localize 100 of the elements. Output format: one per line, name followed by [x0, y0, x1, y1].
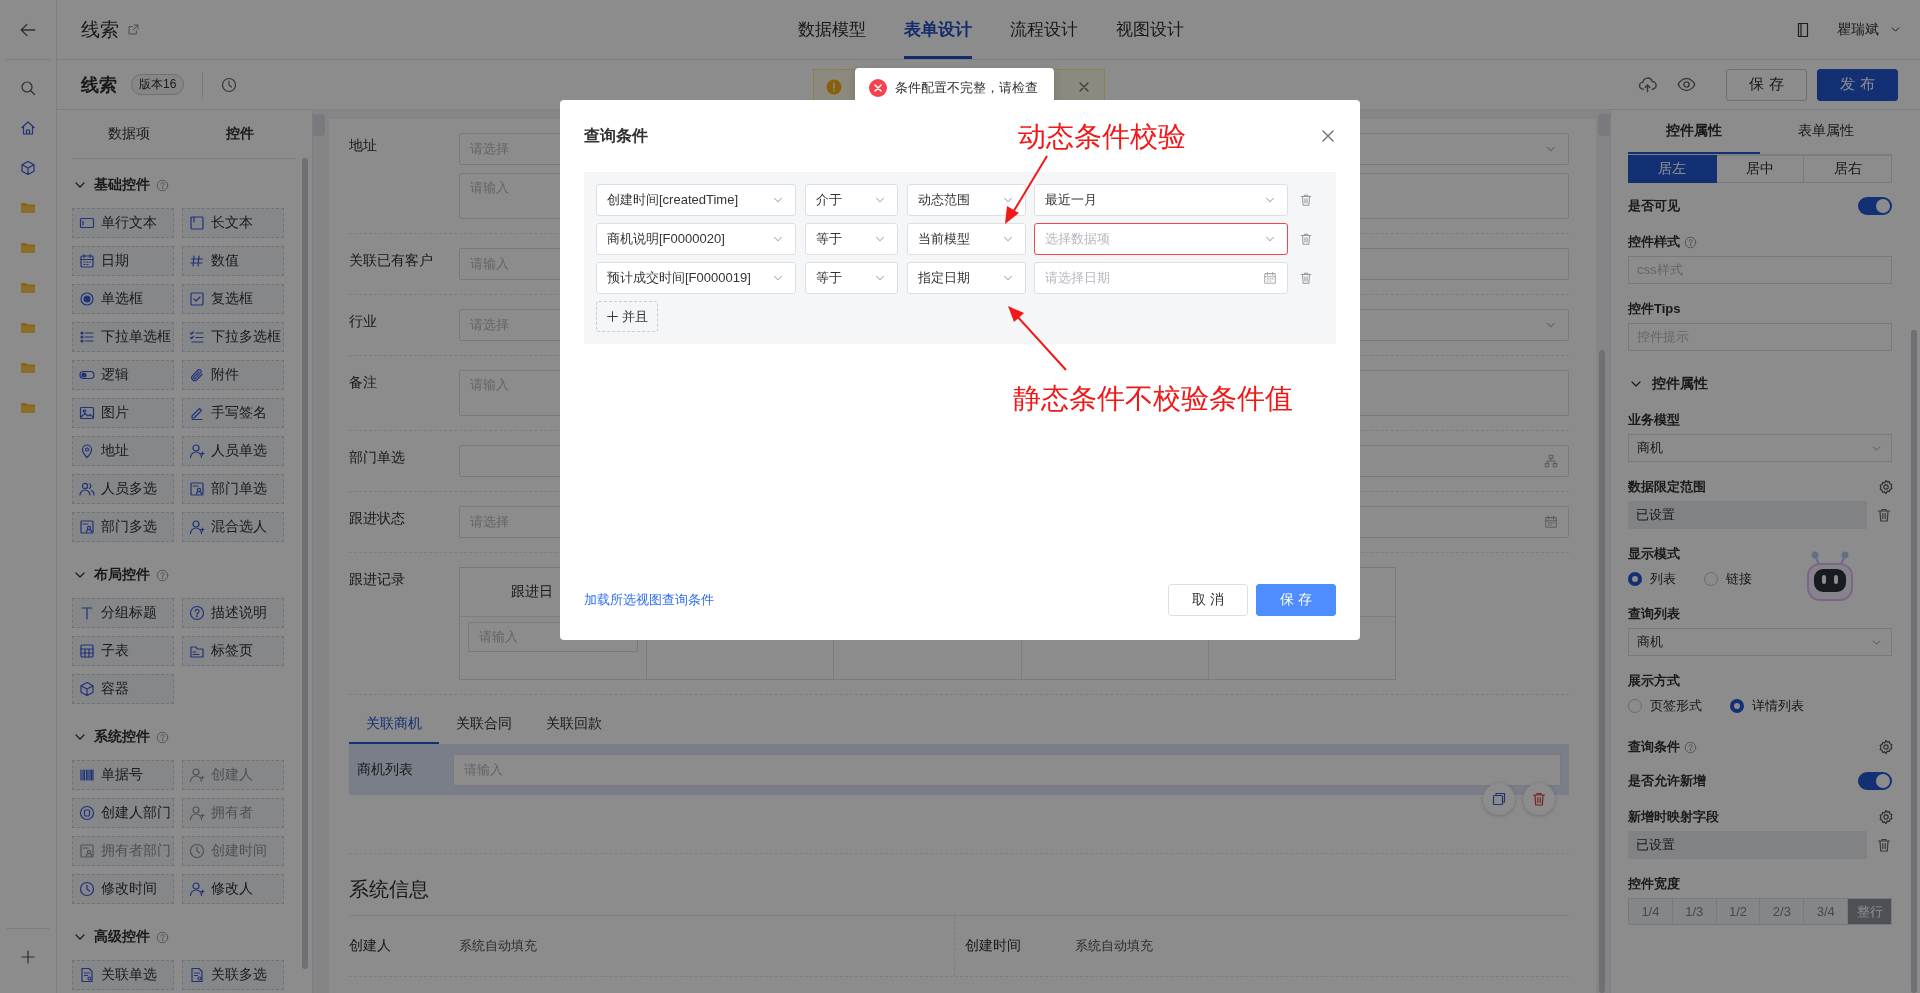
add-condition-button[interactable]: 并且 [596, 301, 658, 332]
palette-item[interactable]: 分组标题 [72, 598, 174, 628]
delete-icon[interactable] [1299, 232, 1313, 246]
nav-tab[interactable]: 流程设计 [1010, 0, 1078, 59]
tab[interactable]: 关联合同 [439, 707, 529, 744]
help-icon[interactable] [156, 568, 169, 582]
palette-item[interactable]: 部门多选 [72, 512, 174, 542]
radio-option[interactable]: 链接 [1704, 570, 1752, 588]
palette-item[interactable]: 人员单选 [182, 436, 284, 466]
palette-item[interactable]: 手写签名 [182, 398, 284, 428]
radio-option[interactable]: 列表 [1628, 570, 1676, 588]
close-icon[interactable] [1320, 128, 1336, 144]
select-field[interactable]: 介于 [805, 184, 898, 216]
cube-icon[interactable] [20, 160, 36, 176]
load-conditions-link[interactable]: 加载所选视图查询条件 [584, 591, 714, 609]
select-field[interactable]: 预计成交时间[F0000019] [596, 262, 796, 294]
publish-button[interactable]: 发 布 [1817, 68, 1898, 101]
select-field[interactable]: 等于 [805, 262, 898, 294]
select-field[interactable]: 商机 [1628, 434, 1892, 462]
palette-item[interactable]: 创建人部门 [72, 798, 174, 828]
palette-item[interactable]: 容器 [72, 674, 174, 704]
select-field[interactable]: 指定日期 [907, 262, 1026, 294]
palette-item[interactable]: 修改时间 [72, 874, 174, 904]
copy-button[interactable] [1483, 783, 1515, 815]
history-icon[interactable] [221, 76, 238, 93]
group-title[interactable]: 基础控件 [94, 176, 150, 194]
plus-icon[interactable] [20, 949, 36, 965]
palette-item[interactable]: 关联多选 [182, 960, 284, 990]
toggle-switch[interactable] [1858, 772, 1892, 790]
palette-item[interactable]: 附件 [182, 360, 284, 390]
align-option[interactable]: 居中 [1716, 155, 1805, 183]
home-icon[interactable] [20, 120, 36, 136]
select-field[interactable]: 商机说明[F0000020] [596, 223, 796, 255]
group-title[interactable]: 高级控件 [94, 928, 150, 946]
nav-tab[interactable]: 视图设计 [1116, 0, 1184, 59]
palette-item[interactable]: 逻辑 [72, 360, 174, 390]
robot-assistant-icon[interactable] [1806, 550, 1854, 602]
search-icon[interactable] [20, 80, 36, 96]
radio-button[interactable] [1628, 572, 1642, 586]
settings-icon[interactable] [1878, 479, 1894, 495]
help-icon[interactable] [156, 178, 169, 192]
delete-icon[interactable] [1876, 507, 1892, 523]
select-field[interactable]: 动态范围 [907, 184, 1026, 216]
palette-item[interactable]: 地址 [72, 436, 174, 466]
settings-icon[interactable] [1878, 809, 1894, 825]
scrollbar[interactable] [302, 158, 308, 969]
select-field[interactable]: 当前模型 [907, 223, 1026, 255]
tab[interactable]: 关联回款 [529, 707, 619, 744]
align-option[interactable]: 居左 [1628, 155, 1717, 183]
palette-item[interactable]: 子表 [72, 636, 174, 666]
palette-item[interactable]: 长文本 [182, 208, 284, 238]
external-link-icon[interactable] [127, 23, 140, 36]
align-option[interactable]: 居右 [1804, 155, 1892, 183]
radio-button[interactable] [1730, 699, 1744, 713]
palette-item[interactable]: 下拉单选框 [72, 322, 174, 352]
save-button[interactable]: 保 存 [1256, 584, 1336, 616]
settings-icon[interactable] [1878, 739, 1894, 755]
nav-tab[interactable]: 数据模型 [798, 0, 866, 59]
palette-item[interactable]: 日期 [72, 246, 174, 276]
toggle-switch[interactable] [1858, 197, 1892, 215]
palette-item[interactable]: 人员多选 [72, 474, 174, 504]
preview-eye-icon[interactable] [1677, 75, 1696, 94]
panel-tab[interactable]: 数据项 [73, 110, 185, 158]
palette-item[interactable]: 标签页 [182, 636, 284, 666]
help-icon[interactable] [156, 930, 169, 944]
section-title[interactable]: 控件属性 [1652, 375, 1708, 393]
select-field[interactable]: 等于 [805, 223, 898, 255]
palette-item[interactable]: 描述说明 [182, 598, 284, 628]
palette-item[interactable]: 单据号 [72, 760, 174, 790]
panel-tab[interactable]: 控件 [184, 110, 296, 158]
palette-item[interactable]: 数值 [182, 246, 284, 276]
palette-item[interactable]: 修改人 [182, 874, 284, 904]
panel-tab[interactable]: 表单属性 [1760, 110, 1892, 154]
back-icon[interactable] [19, 21, 37, 39]
delete-icon[interactable] [1876, 837, 1892, 853]
palette-item[interactable]: 关联单选 [72, 960, 174, 990]
help-icon[interactable] [156, 730, 169, 744]
radio-option[interactable]: 页签形式 [1628, 697, 1702, 715]
help-icon[interactable] [1684, 235, 1697, 249]
save-button[interactable]: 保 存 [1726, 68, 1807, 101]
group-title[interactable]: 布局控件 [94, 566, 150, 584]
palette-item[interactable]: 混合选人 [182, 512, 284, 542]
palette-item[interactable]: 部门单选 [182, 474, 284, 504]
palette-item[interactable]: 复选框 [182, 284, 284, 314]
palette-item[interactable]: 单行文本 [72, 208, 174, 238]
scrollbar[interactable] [1911, 330, 1917, 993]
book-icon[interactable] [1795, 21, 1811, 38]
palette-item[interactable]: 单选框 [72, 284, 174, 314]
help-icon[interactable] [1684, 740, 1697, 754]
delete-icon[interactable] [1299, 271, 1313, 285]
radio-option[interactable]: 详情列表 [1730, 697, 1804, 715]
palette-item[interactable]: 下拉多选框 [182, 322, 284, 352]
user-name[interactable]: 瞿瑞斌 [1837, 20, 1879, 39]
select-field[interactable]: 商机 [1628, 628, 1892, 656]
cancel-button[interactable]: 取 消 [1168, 584, 1248, 616]
cloud-upload-icon[interactable] [1638, 75, 1657, 94]
delete-button[interactable] [1523, 783, 1555, 815]
delete-icon[interactable] [1299, 193, 1313, 207]
select-field[interactable]: 最近一月 [1034, 184, 1288, 216]
palette-item[interactable]: 图片 [72, 398, 174, 428]
